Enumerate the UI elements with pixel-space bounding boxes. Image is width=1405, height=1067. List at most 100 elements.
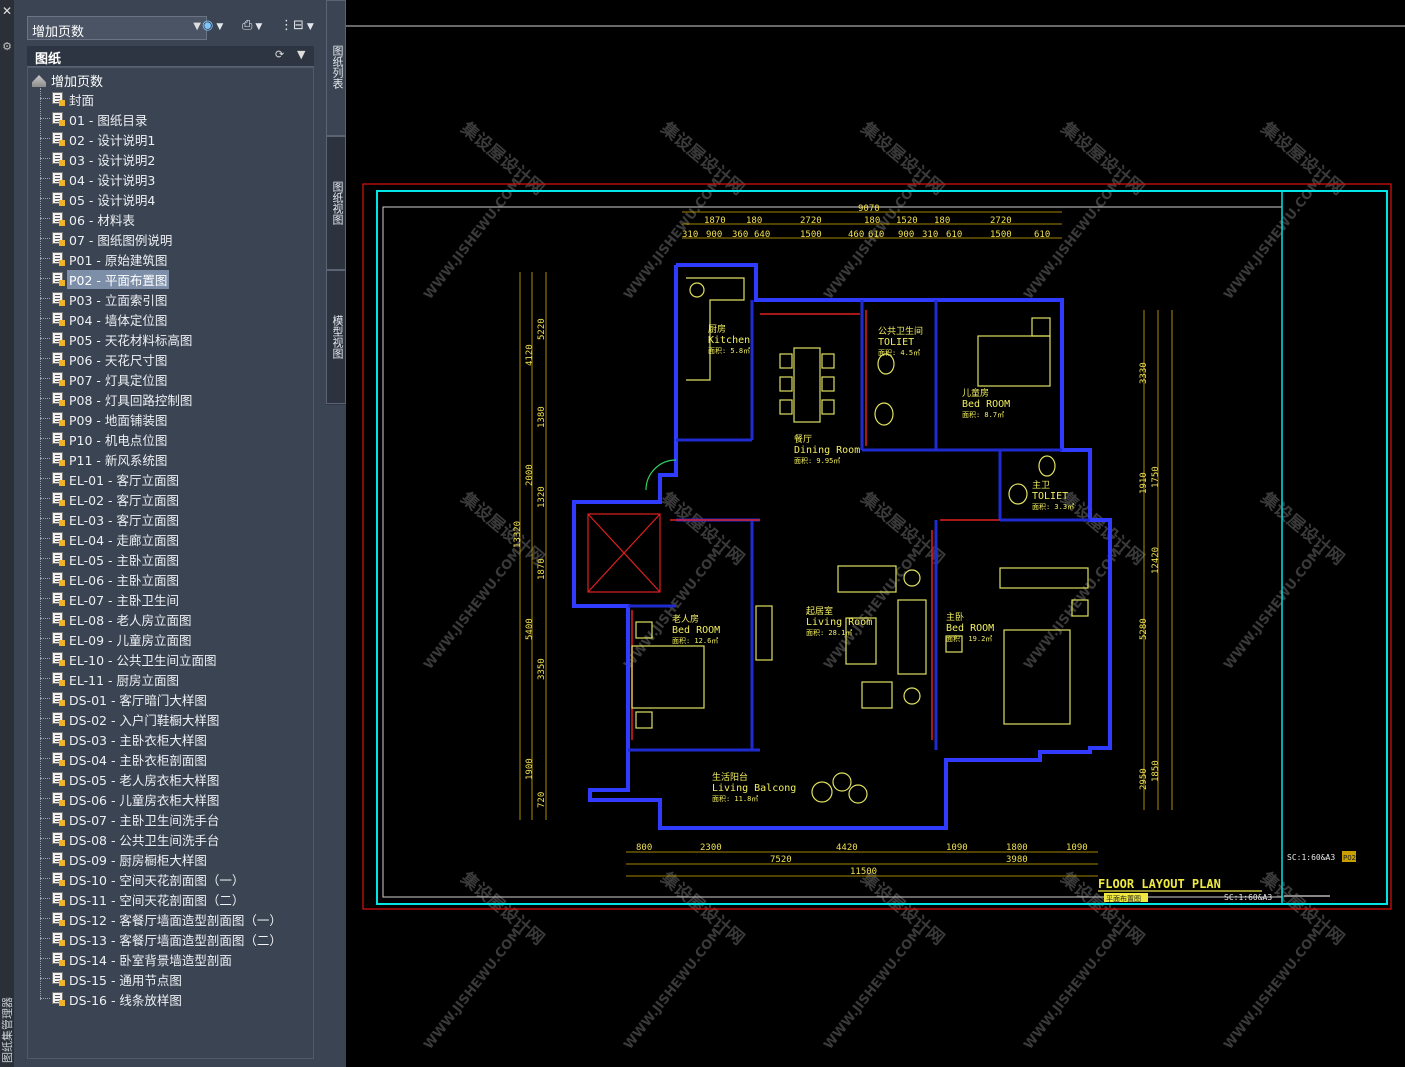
sheet-icon: [52, 552, 65, 566]
publish-button[interactable]: ◉ ▼: [202, 18, 223, 40]
dimension-text: 4420: [836, 843, 858, 853]
settings-icon[interactable]: ⚙: [0, 40, 14, 53]
print-button[interactable]: ⎙ ▼: [242, 18, 262, 40]
tab-sheet-list[interactable]: 图纸列表: [326, 0, 346, 136]
sheet-item-label: 07 - 图纸图例说明: [69, 233, 173, 248]
sheet-item[interactable]: 07 - 图纸图例说明: [28, 228, 313, 248]
chevron-down-icon: ▼: [255, 22, 263, 32]
sheet-item[interactable]: DS-10 - 空间天花剖面图（一）: [28, 868, 313, 888]
sheet-item[interactable]: EL-10 - 公共卫生间立面图: [28, 648, 313, 668]
sheet-item[interactable]: DS-06 - 儿童房衣柜大样图: [28, 788, 313, 808]
tree-connector: [40, 958, 50, 959]
sheet-item[interactable]: EL-02 - 客厅立面图: [28, 488, 313, 508]
sheet-item-label: P05 - 天花材料标高图: [69, 333, 193, 348]
sheet-item[interactable]: DS-11 - 空间天花剖面图（二）: [28, 888, 313, 908]
sheet-item[interactable]: P04 - 墙体定位图: [28, 308, 313, 328]
sheet-item[interactable]: 04 - 设计说明3: [28, 168, 313, 188]
sheet-item[interactable]: P11 - 新风系统图: [28, 448, 313, 468]
sheet-item[interactable]: P10 - 机电点位图: [28, 428, 313, 448]
sheet-icon: [52, 372, 65, 386]
sheet-item[interactable]: P06 - 天花尺寸图: [28, 348, 313, 368]
sheet-item[interactable]: DS-08 - 公共卫生间洗手台: [28, 828, 313, 848]
dimension-text: 4120: [525, 344, 535, 366]
tree-connector: [40, 358, 50, 359]
sheet-options-button[interactable]: ⋮⊟ ▼: [280, 18, 314, 40]
sheet-item[interactable]: DS-12 - 客餐厅墙面造型剖面图（一）: [28, 908, 313, 928]
sheet-item[interactable]: DS-05 - 老人房衣柜大样图: [28, 768, 313, 788]
room-label: 主卧: [946, 611, 964, 623]
sheet-item[interactable]: DS-01 - 客厅暗门大样图: [28, 688, 313, 708]
sheet-item[interactable]: EL-01 - 客厅立面图: [28, 468, 313, 488]
watermark-url: WWW.JISHEWU.COM: [821, 926, 925, 1053]
sheet-item[interactable]: DS-04 - 主卧衣柜剖面图: [28, 748, 313, 768]
tree-connector: [40, 678, 50, 679]
sheet-item-label: EL-05 - 主卧立面图: [69, 553, 180, 568]
dimension-text: 180: [864, 216, 880, 226]
watermark-url: WWW.JISHEWU.COM: [1221, 176, 1325, 303]
tab-model-views[interactable]: 模型视图: [326, 270, 346, 404]
tab-sheet-views[interactable]: 图纸视图: [326, 136, 346, 270]
dimension-text: 1500: [800, 230, 822, 240]
dimension-text: 610: [868, 230, 884, 240]
sheet-item[interactable]: DS-15 - 通用节点图: [28, 968, 313, 988]
sheet-icon: [52, 492, 65, 506]
dimension-text: 2720: [990, 216, 1012, 226]
dimension-text: 610: [946, 230, 962, 240]
sheet-item[interactable]: P01 - 原始建筑图: [28, 248, 313, 268]
sheet-item[interactable]: 06 - 材料表: [28, 208, 313, 228]
room-label: Living Room: [806, 617, 872, 628]
sheet-item[interactable]: 01 - 图纸目录: [28, 108, 313, 128]
sheet-icon: [52, 172, 65, 186]
tree-connector: [40, 138, 50, 139]
tab-model-views-label: 模型视图: [331, 315, 344, 359]
sheet-item[interactable]: 05 - 设计说明4: [28, 188, 313, 208]
sheet-item[interactable]: DS-03 - 主卧衣柜大样图: [28, 728, 313, 748]
sheet-item[interactable]: 封面: [28, 88, 313, 108]
close-icon[interactable]: ✕: [0, 4, 14, 18]
sheet-item[interactable]: EL-04 - 走廊立面图: [28, 528, 313, 548]
sheet-item-label: 01 - 图纸目录: [69, 113, 148, 128]
sheet-item[interactable]: P08 - 灯具回路控制图: [28, 388, 313, 408]
sheet-item[interactable]: EL-09 - 儿童房立面图: [28, 628, 313, 648]
sheet-item-label: P07 - 灯具定位图: [69, 373, 168, 388]
watermark-text: 集设屋设计网: [456, 867, 548, 949]
sheet-item-label: 封面: [69, 93, 95, 108]
sheet-item[interactable]: 03 - 设计说明2: [28, 148, 313, 168]
sheet-item[interactable]: EL-03 - 客厅立面图: [28, 508, 313, 528]
floor-plan-drawing: 集设屋设计网 WWW.JISHEWU.COM 集设屋设计网 WWW.JISHEWU.C…: [346, 25, 1405, 1053]
drawing-viewport[interactable]: 集设屋设计网 WWW.JISHEWU.COM 集设屋设计网 WWW.JISHEWU.C…: [346, 0, 1405, 1067]
sheet-item[interactable]: DS-07 - 主卧卫生间洗手台: [28, 808, 313, 828]
sheet-item[interactable]: P05 - 天花材料标高图: [28, 328, 313, 348]
sheet-item-label: DS-08 - 公共卫生间洗手台: [69, 833, 220, 848]
sheet-item[interactable]: EL-08 - 老人房立面图: [28, 608, 313, 628]
sheet-item[interactable]: P09 - 地面铺装图: [28, 408, 313, 428]
sheet-item[interactable]: DS-02 - 入户门鞋橱大样图: [28, 708, 313, 728]
sheet-icon: [52, 452, 65, 466]
sheet-item[interactable]: 02 - 设计说明1: [28, 128, 313, 148]
sheet-item[interactable]: EL-06 - 主卧立面图: [28, 568, 313, 588]
sheet-item[interactable]: DS-09 - 厨房橱柜大样图: [28, 848, 313, 868]
tree-connector: [40, 898, 50, 899]
sheet-item[interactable]: EL-11 - 厨房立面图: [28, 668, 313, 688]
sheet-item[interactable]: DS-13 - 客餐厅墙面造型剖面图（二）: [28, 928, 313, 948]
sheet-set-combo[interactable]: 增加页数 ▼: [27, 16, 207, 40]
sheet-item-label: DS-12 - 客餐厅墙面造型剖面图（一）: [69, 913, 282, 928]
sheet-item[interactable]: EL-05 - 主卧立面图: [28, 548, 313, 568]
sheet-item[interactable]: EL-07 - 主卧卫生间: [28, 588, 313, 608]
sheet-item[interactable]: P07 - 灯具定位图: [28, 368, 313, 388]
refresh-icon[interactable]: ⟳: [275, 48, 284, 61]
sheet-icon: [52, 252, 65, 266]
dimension-text: 1500: [990, 230, 1012, 240]
sheet-item-label: DS-02 - 入户门鞋橱大样图: [69, 713, 220, 728]
room-label: Dining Room: [794, 445, 860, 456]
sheet-icon: [52, 712, 65, 726]
sheet-item[interactable]: P03 - 立面索引图: [28, 288, 313, 308]
watermark-text: 集设屋设计网: [1256, 487, 1348, 569]
chevron-down-icon[interactable]: ▼: [297, 48, 305, 61]
chevron-down-icon: ▼: [216, 22, 224, 32]
sheet-item[interactable]: DS-16 - 线条放样图: [28, 988, 313, 1008]
tree-connector: [40, 698, 50, 699]
sheet-item[interactable]: DS-14 - 卧室背景墙造型剖面: [28, 948, 313, 968]
sheet-icon: [52, 692, 65, 706]
sheet-item[interactable]: P02 - 平面布置图: [28, 268, 313, 289]
